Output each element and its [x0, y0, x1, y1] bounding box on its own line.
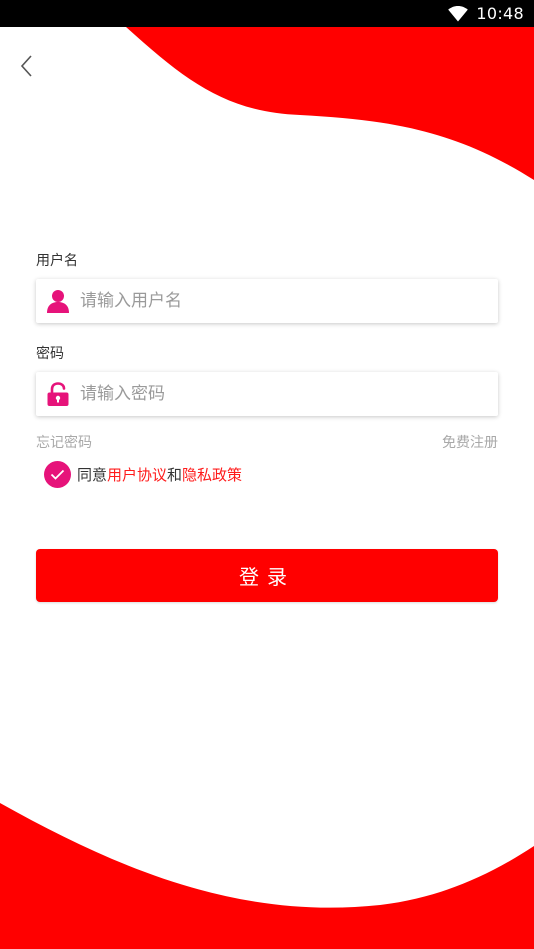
- status-time: 10:48: [476, 4, 524, 23]
- chevron-left-icon: [20, 55, 32, 77]
- password-label: 密码: [36, 346, 64, 362]
- password-input-box[interactable]: [36, 372, 498, 416]
- agreement-row: 同意 用户协议 和 隐私政策: [44, 460, 242, 488]
- agreement-conjunction: 和: [167, 465, 183, 484]
- status-indicators: 10:48: [448, 0, 524, 27]
- password-input[interactable]: [80, 374, 488, 414]
- forgot-password-link[interactable]: 忘记密码: [36, 432, 92, 452]
- user-icon: [44, 287, 72, 315]
- username-input-box[interactable]: [36, 279, 498, 323]
- wifi-icon: [448, 5, 469, 21]
- privacy-policy-link[interactable]: 隐私政策: [182, 464, 242, 485]
- user-agreement-link[interactable]: 用户协议: [107, 464, 167, 485]
- status-bar: 10:48: [0, 0, 534, 27]
- login-button[interactable]: 登录: [36, 549, 498, 602]
- register-link[interactable]: 免费注册: [442, 432, 498, 452]
- username-input[interactable]: [80, 281, 488, 321]
- username-label: 用户名: [36, 253, 78, 269]
- lock-icon: [44, 380, 72, 408]
- check-icon: [50, 469, 65, 480]
- agreement-checkbox[interactable]: [44, 460, 71, 488]
- back-button[interactable]: [12, 50, 42, 82]
- agreement-prefix: 同意: [77, 465, 108, 484]
